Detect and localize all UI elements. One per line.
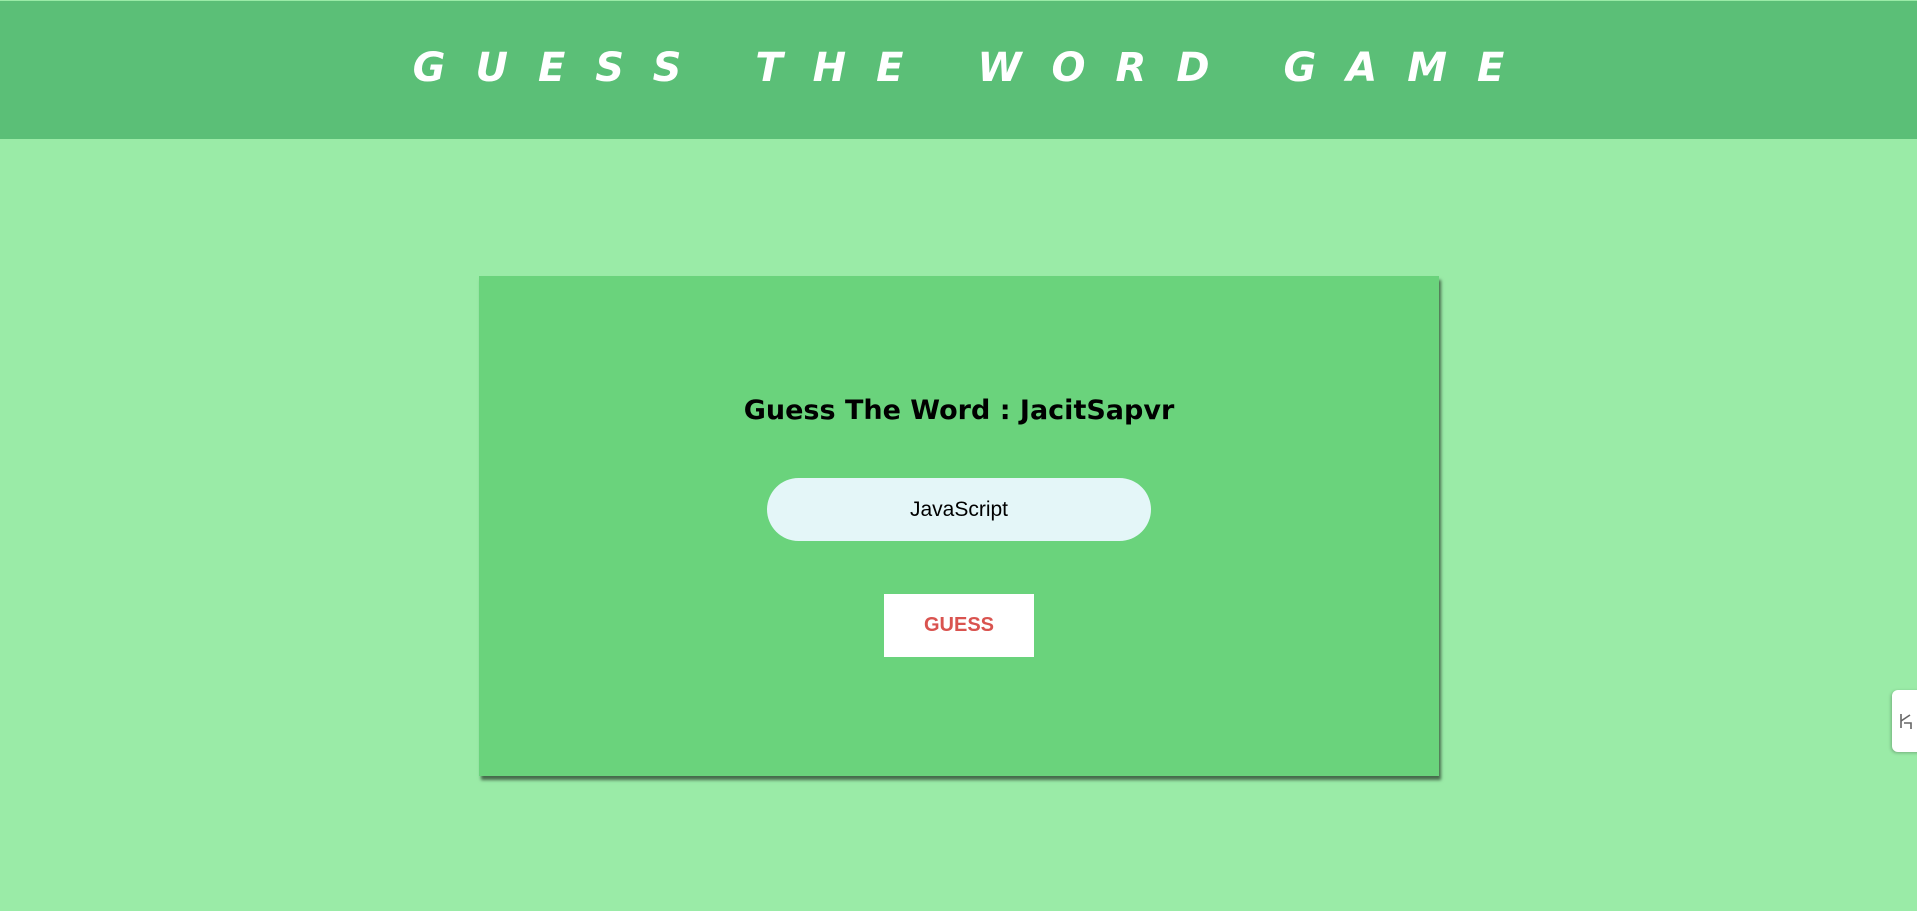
page-header: GUESS THE WORD GAME <box>0 1 1917 139</box>
side-extension-tab[interactable] <box>1892 690 1917 752</box>
game-card: Guess The Word : JacitSapvr GUESS <box>479 276 1439 776</box>
guess-button[interactable]: GUESS <box>884 594 1034 657</box>
guess-input[interactable] <box>767 478 1151 541</box>
game-title: GUESS THE WORD GAME <box>412 45 1535 91</box>
scrambled-word-heading: Guess The Word : JacitSapvr <box>743 395 1175 426</box>
translate-icon <box>1900 714 1912 729</box>
